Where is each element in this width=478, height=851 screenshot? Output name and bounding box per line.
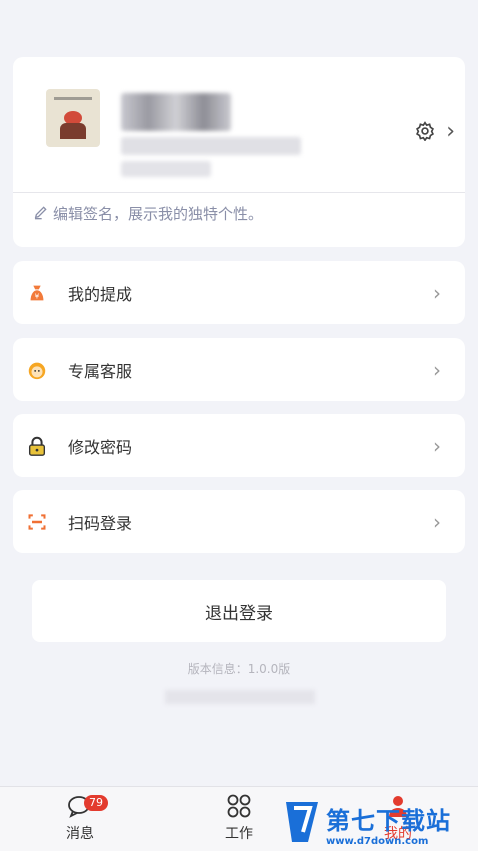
watermark-logo-icon	[282, 800, 322, 848]
chevron-right-icon: ›	[433, 357, 441, 382]
lock-icon	[26, 435, 48, 457]
chevron-right-icon[interactable]: ›	[446, 119, 455, 144]
tab-work[interactable]: 工作	[199, 793, 279, 843]
menu-item-label: 我的提成	[68, 284, 133, 304]
chevron-right-icon: ›	[433, 433, 441, 458]
chevron-right-icon: ›	[433, 509, 441, 534]
avatar[interactable]	[46, 89, 100, 147]
edit-signature[interactable]: 编辑签名，展示我的独特个性。	[33, 203, 263, 224]
svg-text:¥: ¥	[35, 291, 40, 300]
menu-item-scan-login[interactable]: 扫码登录 ›	[13, 490, 465, 553]
company-name-redacted	[121, 137, 301, 155]
watermark-url: www.d7down.com	[326, 836, 429, 847]
scan-icon	[26, 511, 48, 533]
logout-button[interactable]: 退出登录	[32, 580, 446, 642]
profile-card[interactable]: › 编辑签名，展示我的独特个性。	[13, 57, 465, 247]
chevron-right-icon: ›	[433, 280, 441, 305]
menu-item-label: 修改密码	[68, 437, 133, 457]
footer-text-redacted	[165, 690, 315, 704]
unread-badge: 79	[84, 795, 108, 811]
watermark-title: 第七下载站	[326, 807, 451, 835]
customer-service-icon	[26, 359, 48, 381]
menu-item-label: 扫码登录	[68, 513, 133, 533]
signature-text: 编辑签名，展示我的独特个性。	[53, 205, 264, 223]
tab-messages[interactable]: 79 消息	[40, 793, 120, 843]
menu-item-label: 专属客服	[68, 361, 133, 381]
version-info: 版本信息：1.0.0版	[187, 662, 291, 676]
menu-item-customer-service[interactable]: 专属客服 ›	[13, 338, 465, 401]
pencil-icon	[33, 204, 49, 224]
tab-label: 工作	[225, 826, 253, 842]
menu-item-change-password[interactable]: 修改密码 ›	[13, 414, 465, 477]
divider	[13, 192, 465, 193]
menu-item-commission[interactable]: ¥ 我的提成 ›	[13, 261, 465, 324]
watermark: 第七下载站 www.d7down.com	[282, 800, 451, 848]
user-id-redacted	[121, 161, 211, 177]
gear-icon[interactable]	[415, 121, 435, 145]
tab-label: 消息	[66, 826, 94, 842]
money-bag-icon: ¥	[26, 282, 48, 304]
grid-icon	[226, 793, 252, 823]
user-name-redacted	[121, 93, 231, 131]
